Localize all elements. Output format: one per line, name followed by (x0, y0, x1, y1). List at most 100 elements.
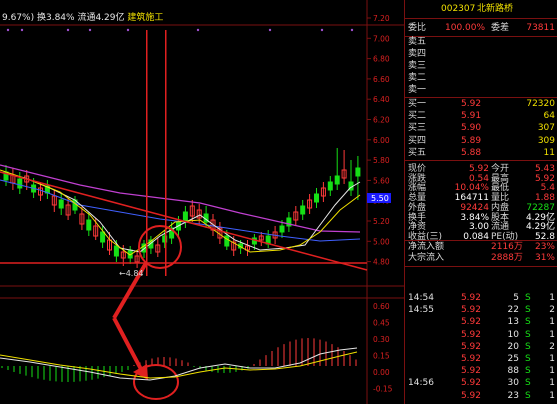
ask-row[interactable]: 卖二 (405, 73, 557, 84)
ask-label: 卖四 (408, 49, 427, 59)
trade-price: 5.92 (460, 329, 481, 340)
bid-price: 5.92 (461, 99, 482, 109)
ask-row[interactable]: 卖四 (405, 49, 557, 60)
bid-row[interactable]: 买四 5.89 309 (405, 136, 557, 147)
trade-side: S (525, 329, 531, 340)
trade-price: 5.92 (460, 305, 481, 316)
trade-count: 2 (549, 305, 555, 316)
kline-chart[interactable]: 7.207.006.806.606.406.206.005.805.605.40… (0, 0, 404, 404)
trade-price: 5.92 (460, 354, 481, 364)
trade-side: S (525, 293, 531, 303)
trade-side: S (525, 366, 531, 377)
candle-body (300, 205, 306, 215)
trade-price: 5.92 (460, 378, 481, 389)
trade-side: S (525, 305, 531, 316)
macd-tick-label: 0.45 (373, 319, 390, 328)
trade-price: 5.92 (460, 317, 481, 328)
bid-label: 买一 (408, 99, 427, 109)
header-info: 9.67%) 换3.84% 流通4.29亿 建筑施工 (2, 10, 163, 23)
bid-volume: 72320 (526, 99, 555, 109)
ask-row[interactable]: 卖三 (405, 61, 557, 72)
bid-price: 5.90 (461, 123, 482, 134)
trade-row: 5.92 10 S 1 (405, 330, 557, 341)
trade-side: S (525, 341, 531, 352)
candle-body (355, 167, 361, 177)
bid-label: 买三 (408, 123, 427, 134)
price-tick-label: 4.80 (373, 258, 390, 267)
ask-label: 卖二 (408, 73, 427, 83)
committee-row: 委比 100.00% 委差 73811 (408, 23, 555, 33)
ask-label: 卖一 (408, 85, 427, 95)
bid-row[interactable]: 买五 5.88 11 (405, 148, 557, 159)
trade-row: 14:55 5.92 22 S 2 (405, 305, 557, 316)
bid-label: 买四 (408, 135, 427, 146)
flow-label: 净流入额 (408, 242, 445, 252)
candle-body (58, 199, 64, 209)
turnover: 换3.84% (36, 13, 75, 23)
trade-volume: 20 (507, 341, 519, 352)
trade-side: S (525, 354, 531, 364)
bid-row[interactable]: 买三 5.90 307 (405, 123, 557, 134)
trade-count: 1 (549, 390, 555, 401)
price-tick-label: 5.00 (373, 237, 390, 246)
trade-row: 5.92 23 S 1 (405, 391, 557, 402)
bid-row[interactable]: 买二 5.91 64 (405, 111, 557, 122)
candle-body (279, 225, 285, 233)
trade-row: 5.92 13 S 1 (405, 317, 557, 328)
pct-prefix: 9.67%) (2, 13, 35, 23)
trade-side: S (525, 378, 531, 389)
trade-row: 5.92 25 S 1 (405, 354, 557, 365)
marker-line-right (165, 30, 167, 276)
trade-volume: 13 (507, 317, 519, 328)
candle-body (314, 193, 319, 203)
price-tick-label: 7.00 (373, 34, 390, 43)
bid-volume: 307 (537, 123, 555, 134)
flow-pct: 23% (534, 242, 555, 252)
flow-value: 2116万 (491, 242, 523, 252)
trade-time: 14:54 (408, 293, 434, 303)
trade-count: 1 (549, 378, 555, 389)
price-tick-label: 7.20 (373, 14, 390, 23)
price-tick-label: 5.80 (373, 156, 390, 165)
bid-price: 5.89 (461, 135, 482, 146)
price-tick-label: 6.40 (373, 95, 390, 104)
trade-count: 1 (549, 366, 555, 377)
low-price-label: ←4.84 (119, 269, 144, 278)
flow-label: 大宗流入 (408, 253, 445, 263)
price-tick-label: 6.80 (373, 55, 390, 64)
trade-time: 14:56 (408, 378, 434, 389)
ask-row[interactable]: 卖一 (405, 85, 557, 96)
bid-label: 买二 (408, 111, 427, 122)
macd-tick-label: 0.60 (373, 302, 390, 311)
trade-row: 14:56 5.92 30 S 1 (405, 378, 557, 389)
bid-volume: 11 (543, 147, 555, 158)
flow-pct: 31% (534, 253, 555, 263)
ask-label: 卖五 (408, 37, 427, 47)
trade-row: 14:54 5.92 5 S 1 (405, 293, 557, 304)
candle-body (327, 181, 333, 191)
candle-body (224, 235, 230, 247)
current-price-tag: 5.50 (371, 194, 389, 203)
bid-volume: 64 (543, 111, 555, 122)
trade-volume: 25 (507, 354, 519, 364)
quote-panel: 002307 北新路桥 委比 100.00% 委差 73811 卖五 卖四 卖三 卖二… (404, 0, 557, 404)
trade-volume: 88 (507, 366, 519, 377)
trade-count: 1 (549, 317, 555, 328)
candle-body (334, 175, 340, 185)
macd-tick-label: -0.15 (373, 385, 393, 394)
macd-tick-label: 0.30 (373, 335, 390, 344)
bid-price: 5.91 (461, 111, 482, 122)
candle-body (17, 178, 23, 189)
trade-price: 5.92 (460, 293, 481, 303)
candle-body (86, 219, 92, 231)
trade-side: S (525, 317, 531, 328)
price-tick-label: 6.20 (373, 116, 390, 125)
sector-tag[interactable]: 建筑施工 (127, 13, 163, 23)
price-tick-label: 6.00 (373, 136, 390, 145)
committee-ratio: 100.00% (445, 23, 486, 33)
ask-row[interactable]: 卖五 (405, 37, 557, 48)
macd-tick-label: 0.00 (373, 368, 390, 377)
bid-row[interactable]: 买一 5.92 72320 (405, 99, 557, 110)
trade-volume: 10 (507, 329, 519, 340)
flow-row: 大宗流入 2888万 31% (405, 253, 557, 264)
